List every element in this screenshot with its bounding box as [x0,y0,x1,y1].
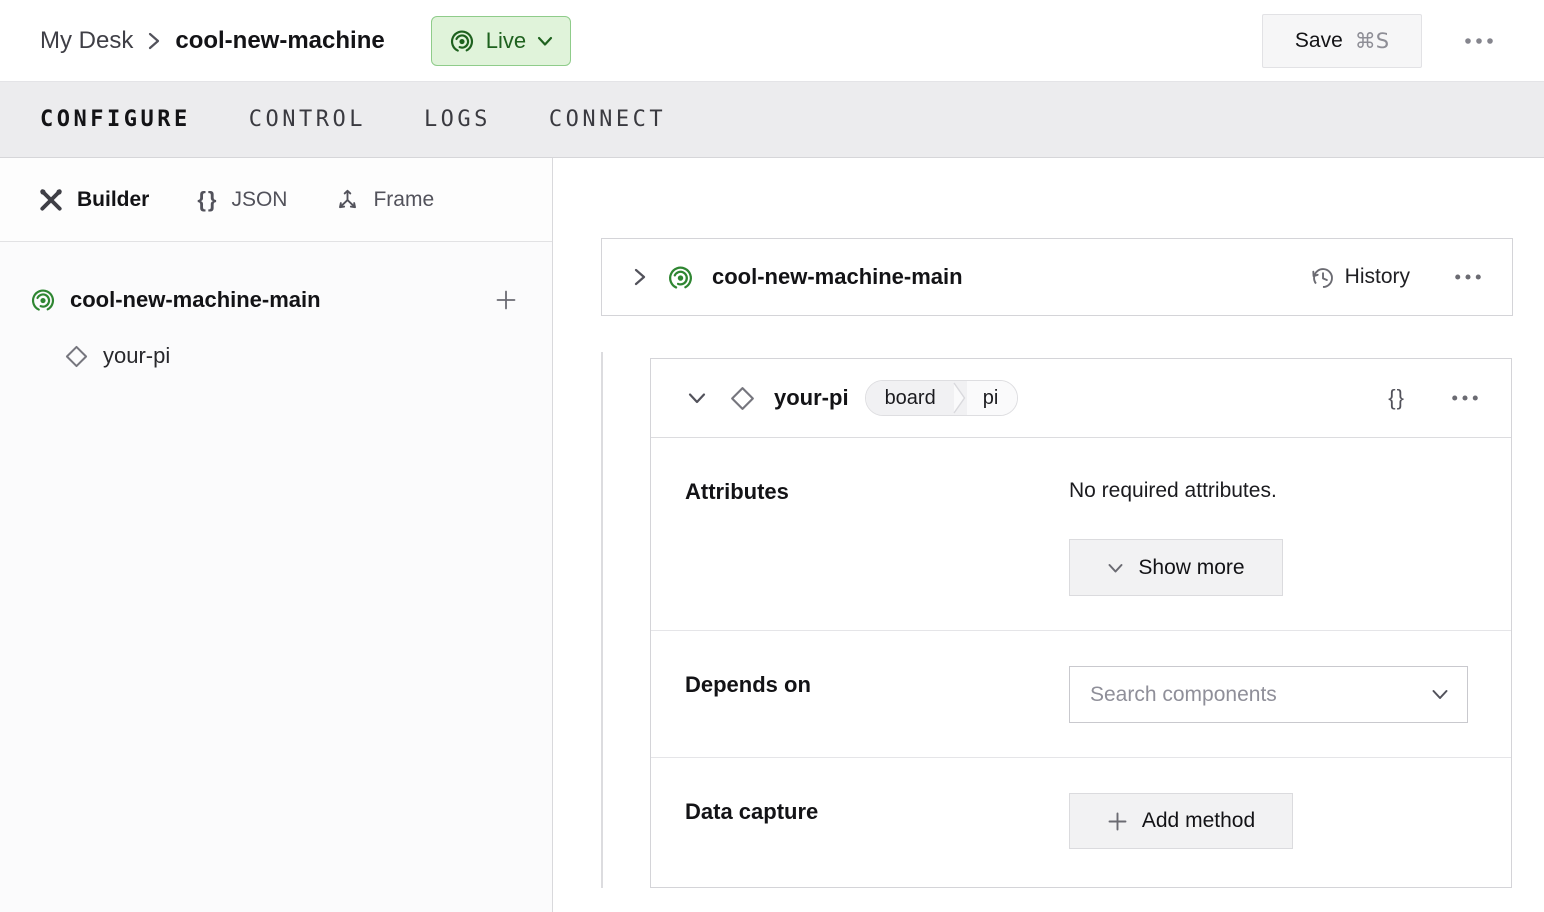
tab-control[interactable]: CONTROL [249,107,366,132]
history-label: History [1344,265,1410,288]
model-badge: pi [966,381,1018,415]
component-card-collapse-icon[interactable] [683,387,711,409]
save-shortcut: ⌘S [1354,28,1390,53]
component-card-header: your-pi board pi {} [651,359,1511,438]
config-main-pane: cool-new-machine-main History your-pi bo… [553,158,1544,912]
braces-icon: {} [197,186,219,212]
tree-item-component-label: your-pi [103,343,171,368]
attributes-section: Attributes No required attributes. Show … [651,438,1511,631]
save-label: Save [1294,28,1343,52]
live-part-icon [667,264,694,291]
breadcrumb-machine-name: cool-new-machine [175,26,385,54]
machine-status-label: Live [485,27,527,53]
tree-item-component[interactable]: your-pi [0,332,552,380]
tab-connect[interactable]: CONNECT [549,107,666,132]
component-card-title: your-pi [774,385,849,410]
depends-on-select[interactable] [1069,666,1468,723]
diamond-icon [64,344,89,369]
live-part-icon [30,287,56,313]
mode-tab-json[interactable]: {} JSON [197,187,287,213]
show-more-label: Show more [1138,555,1245,579]
component-card-menu-icon[interactable] [1447,388,1483,408]
history-button[interactable]: History [1310,265,1410,290]
frame-axes-icon [335,187,360,212]
add-method-label: Add method [1141,809,1256,832]
breadcrumb-chevron-icon [147,30,161,52]
add-method-button[interactable]: Add method [1069,793,1293,849]
chevron-down-icon [1108,563,1123,572]
header-overflow-menu-icon[interactable] [1454,29,1504,53]
breadcrumb-root-link[interactable]: My Desk [40,27,133,55]
search-components-input[interactable] [1090,682,1431,707]
component-json-toggle-icon[interactable]: {} [1386,381,1407,415]
sidebar-mode-tabs: Builder {} JSON Frame [0,158,552,242]
api-badge: board [865,381,952,415]
plus-icon [1108,812,1127,830]
config-sidebar: Builder {} JSON Frame cool-new-machine-m… [0,158,553,912]
chevron-down-icon [1432,690,1448,699]
component-card: your-pi board pi {} Attributes No requir… [650,358,1512,888]
data-capture-section: Data capture Add method [651,758,1511,889]
part-card: cool-new-machine-main History [601,238,1513,316]
mode-tab-builder[interactable]: Builder [38,187,149,213]
part-card-menu-icon[interactable] [1450,267,1486,287]
main-nav-tabs: CONFIGURE CONTROL LOGS CONNECT [0,82,1544,158]
tree-item-part-label: cool-new-machine-main [70,287,321,312]
diamond-icon [729,385,756,412]
chevron-down-icon [537,36,553,46]
depends-on-section: Depends on [651,631,1511,758]
save-button[interactable]: Save ⌘S [1262,13,1422,68]
add-resource-icon[interactable] [490,284,522,316]
history-clock-icon [1312,267,1333,288]
mode-tab-frame[interactable]: Frame [335,187,434,212]
part-card-title: cool-new-machine-main [712,264,963,289]
tools-icon [38,187,64,213]
mode-tab-json-label: JSON [231,187,288,211]
depends-on-label: Depends on [685,672,811,697]
attributes-label: Attributes [685,479,789,504]
live-signal-icon [449,28,475,54]
mode-tab-frame-label: Frame [373,187,435,211]
show-more-button[interactable]: Show more [1069,539,1283,596]
data-capture-label: Data capture [685,799,819,824]
resource-tree: cool-new-machine-main your-pi [0,242,552,380]
tab-configure[interactable]: CONFIGURE [40,107,191,132]
app-header: My Desk cool-new-machine Live Save ⌘S [0,0,1544,82]
mode-tab-builder-label: Builder [77,187,150,211]
tab-logs[interactable]: LOGS [424,107,491,132]
attributes-note: No required attributes. [1069,479,1277,502]
badge-divider-icon [951,381,967,415]
machine-status-dropdown[interactable]: Live [430,15,572,66]
breadcrumb: My Desk cool-new-machine [40,27,385,55]
component-api-model-badge: board pi [864,380,1019,416]
tree-item-machine-part[interactable]: cool-new-machine-main [0,276,552,324]
part-card-expand-icon[interactable] [628,262,651,292]
part-group-connector-line [601,352,603,888]
